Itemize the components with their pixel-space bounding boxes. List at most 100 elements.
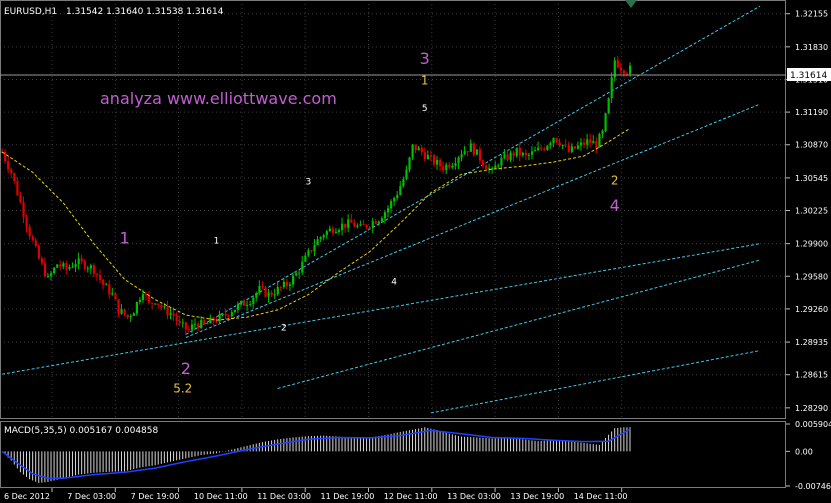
candle-bear [506,154,509,160]
time-tick-label: 13 Dec 19:00 [510,492,564,501]
candle-bull [163,306,166,308]
candle-bull [230,312,233,317]
candle-bull [267,292,270,297]
wave-label: 4 [391,277,397,287]
candle-bull [457,157,460,164]
wave-label: 1 [119,229,129,248]
candle-bear [619,67,623,71]
candle-bull [610,77,613,99]
candle-bull [386,208,390,213]
candle-bear [524,152,528,156]
candle-bear [279,286,282,288]
candle-bear [65,263,68,270]
candle-bull [68,267,71,270]
candle-bull [169,313,172,316]
candle-bear [28,226,31,237]
price-chart[interactable]: 3151134225.224 1.321551.318301.315101.31… [0,0,831,503]
candle-bull [53,267,56,274]
candle-bear [197,323,200,328]
candle-bull [411,144,414,158]
candle-bear [368,227,371,229]
candle-bull [500,157,503,166]
candle-bull [301,261,304,273]
candle-bull [377,221,380,224]
candle-bull [561,144,564,146]
candle-bull [475,149,479,155]
candle-bear [429,155,433,157]
candle-bear [92,265,96,274]
candle-bull [521,152,524,156]
candle-bear [374,221,377,224]
candle-bear [564,144,567,146]
candle-bull [371,221,374,228]
candle-bear [7,161,10,170]
candle-bull [527,154,531,156]
candle-bull [89,265,93,269]
candle-bull [328,228,331,232]
candle-bear [270,292,273,295]
candle-bear [478,149,482,161]
candle-bull [77,258,80,265]
candle-bear [166,306,169,316]
candle-bull [120,309,123,314]
candle-bull [154,303,157,305]
price-tick-label: 1.28615 [795,371,828,380]
candle-bear [589,139,592,144]
current-price-label: 1.31614 [790,71,827,81]
symbol-label: EURUSD,H1 [4,7,57,17]
candle-bear [43,263,47,277]
candle-bear [481,160,485,166]
candle-bull [399,186,402,195]
candle-bull [396,194,399,199]
price-tick-label: 1.30225 [795,207,828,216]
candle-bull [334,231,338,233]
candle-bear [543,148,546,150]
candle-bull [325,231,328,236]
time-tick-label: 12 Dec 11:00 [384,492,438,501]
candle-bear [80,258,83,262]
candle-bear [108,284,111,295]
candle-bear [285,281,289,286]
candle-bull [141,294,145,300]
candle-bear [485,165,488,170]
candle-bear [353,222,356,227]
macd-tick-label: 0.005904 [795,420,831,429]
candle-bull [356,225,359,227]
candle-bull [451,165,454,168]
candle-bear [331,228,335,233]
candle-bear [95,273,99,275]
candle-bull [46,275,50,277]
price-tick-label: 1.28935 [795,338,828,347]
macd-label: MACD(5,35,5) 0.005167 0.004858 [4,426,159,436]
candle-bear [423,152,426,160]
candle-bull [105,284,108,286]
candle-bull [598,134,601,148]
candle-bear [19,195,22,203]
candle-bear [215,321,218,323]
time-tick-label: 11 Dec 19:00 [321,492,375,501]
candle-bull [570,146,573,152]
candle-bull [273,294,276,296]
wave-label: 2 [281,323,287,333]
candle-bull [337,230,341,232]
candle-bull [50,273,53,276]
wave-label: 4 [610,196,620,215]
candle-bear [350,219,353,223]
candle-bull [239,301,243,305]
candle-bear [157,303,160,305]
candle-bull [246,304,249,306]
candle-bear [203,320,206,324]
candle-bear [365,224,368,228]
candle-bull [515,147,518,156]
candle-bear [178,320,181,323]
candle-bear [583,142,586,145]
candle-bear [227,315,230,317]
time-tick-label: 14 Dec 11:00 [574,492,628,501]
candle-bear [99,274,102,280]
candle-bear [172,313,175,316]
candle-bear [117,299,120,314]
wave-label: 5 [422,104,428,114]
price-tick-label: 1.29580 [795,272,828,281]
candle-bear [151,302,154,304]
candle-bull [295,273,298,276]
